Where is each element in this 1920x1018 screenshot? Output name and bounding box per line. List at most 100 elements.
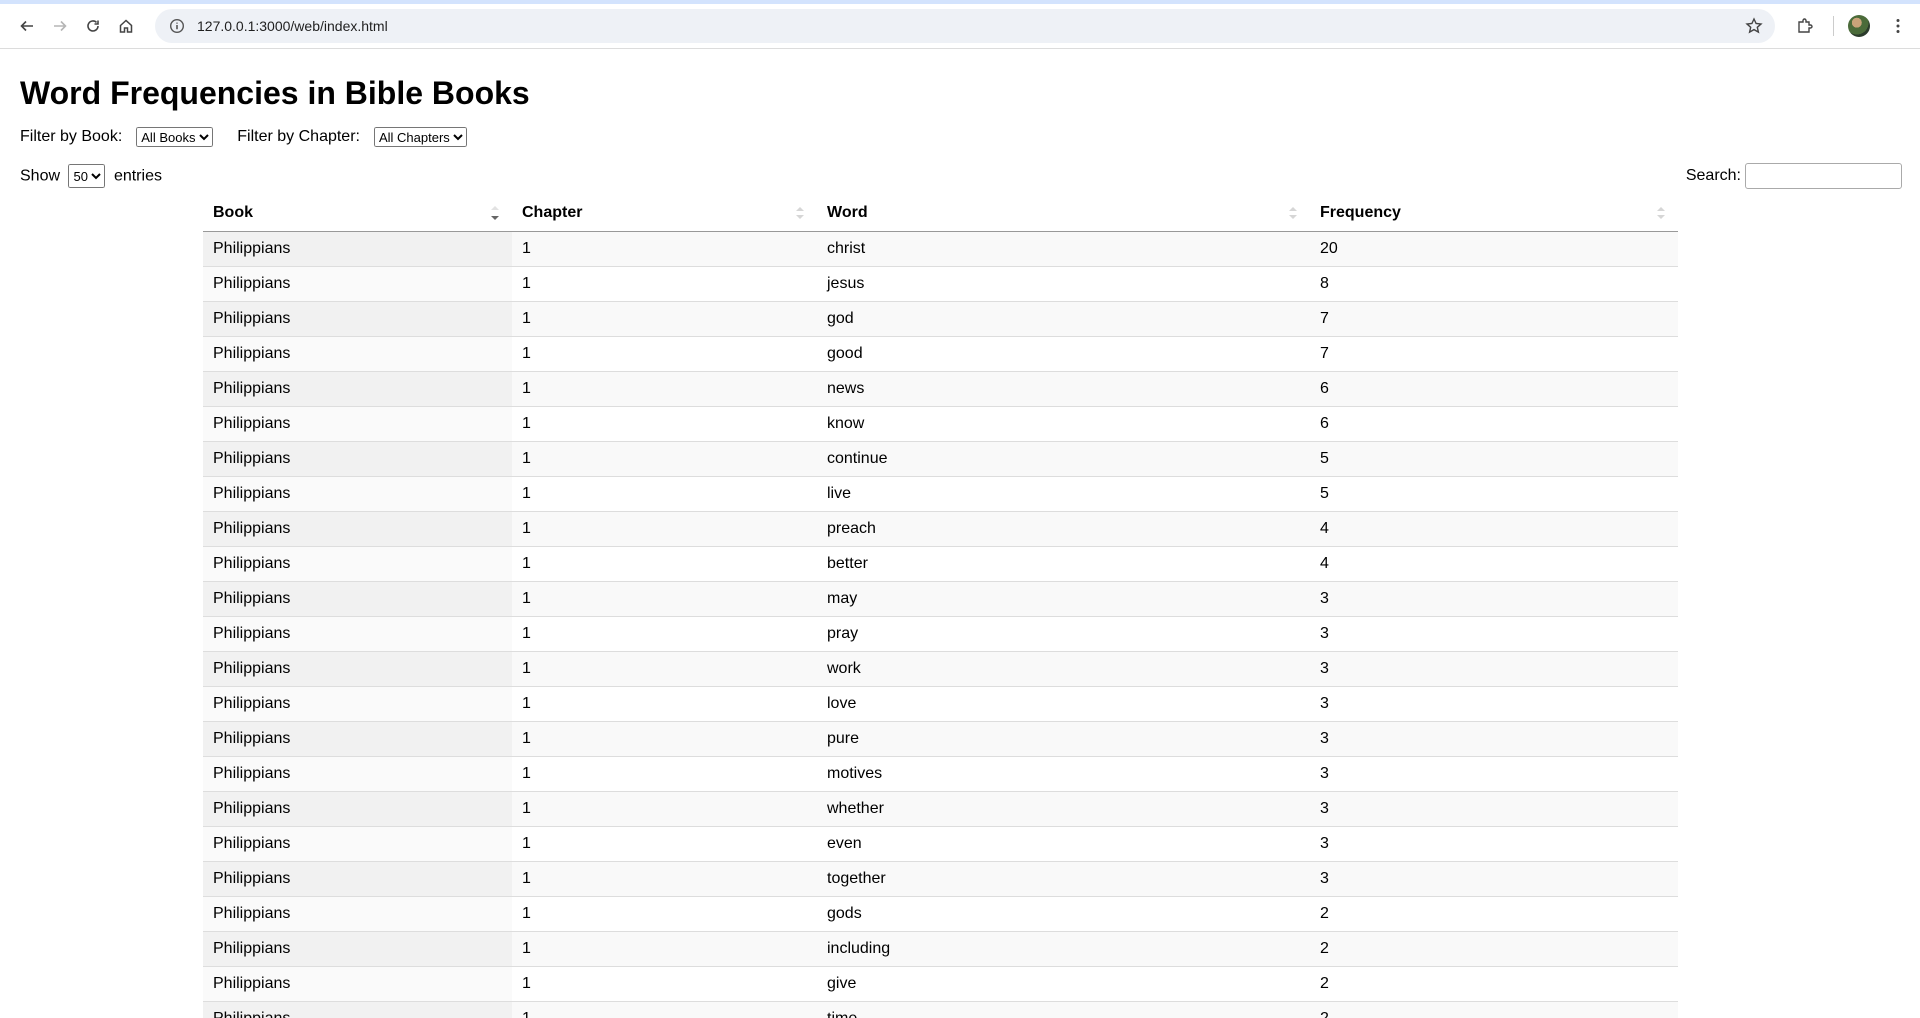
table-row: Philippians 1 better 4 [203, 545, 1678, 581]
cell-word: continue [817, 440, 1310, 476]
cell-chapter: 1 [512, 335, 817, 371]
home-button[interactable] [110, 8, 143, 44]
cell-frequency: 3 [1310, 790, 1678, 826]
cell-book: Philippians [203, 335, 512, 371]
cell-chapter: 1 [512, 685, 817, 721]
table-row: Philippians 1 preach 4 [203, 510, 1678, 546]
column-header-chapter[interactable]: Chapter [512, 195, 817, 232]
cell-book: Philippians [203, 475, 512, 511]
entries-select[interactable]: 50 [68, 164, 106, 188]
cell-book: Philippians [203, 790, 512, 826]
browser-toolbar: 127.0.0.1:3000/web/index.html [0, 4, 1920, 49]
sort-both-icon [1289, 207, 1297, 219]
extensions-icon[interactable] [1791, 12, 1819, 40]
sort-desc-icon [491, 206, 499, 220]
filter-book-label: Filter by Book: [20, 128, 123, 145]
cell-chapter: 1 [512, 930, 817, 966]
table-row: Philippians 1 give 2 [203, 965, 1678, 1001]
arrow-left-icon [19, 20, 33, 32]
cell-chapter: 1 [512, 475, 817, 511]
cell-book: Philippians [203, 580, 512, 616]
cell-word: may [817, 580, 1310, 616]
sort-both-icon [1657, 207, 1665, 219]
cell-word: including [817, 930, 1310, 966]
cell-word: give [817, 965, 1310, 1001]
cell-frequency: 3 [1310, 755, 1678, 791]
cell-book: Philippians [203, 685, 512, 721]
filter-chapter-select[interactable]: All Chapters [373, 127, 467, 147]
cell-chapter: 1 [512, 440, 817, 476]
table-row: Philippians 1 news 6 [203, 370, 1678, 406]
table-row: Philippians 1 continue 5 [203, 440, 1678, 476]
column-header-book[interactable]: Book [203, 195, 512, 232]
cell-chapter: 1 [512, 300, 817, 336]
cell-word: pure [817, 720, 1310, 756]
table-row: Philippians 1 pray 3 [203, 615, 1678, 651]
cell-word: good [817, 335, 1310, 371]
cell-chapter: 1 [512, 580, 817, 616]
site-info-icon[interactable] [169, 18, 185, 34]
cell-chapter: 1 [512, 370, 817, 406]
column-header-frequency[interactable]: Frequency [1310, 195, 1678, 232]
cell-frequency: 3 [1310, 720, 1678, 756]
entries-length: Show 50 entries [20, 164, 162, 188]
table-body: Philippians 1 christ 20 Philippians 1 jesus 8 Ph… [203, 230, 1678, 1018]
cell-word: live [817, 475, 1310, 511]
cell-frequency: 6 [1310, 370, 1678, 406]
search-input[interactable] [1745, 163, 1902, 189]
back-button[interactable] [10, 8, 43, 44]
cell-chapter: 1 [512, 720, 817, 756]
cell-frequency: 4 [1310, 545, 1678, 581]
cell-word: love [817, 685, 1310, 721]
url-text: 127.0.0.1:3000/web/index.html [197, 18, 388, 34]
cell-chapter: 1 [512, 755, 817, 791]
cell-word: better [817, 545, 1310, 581]
profile-avatar[interactable] [1848, 15, 1870, 37]
table-row: Philippians 1 together 3 [203, 860, 1678, 896]
cell-book: Philippians [203, 895, 512, 931]
cell-chapter: 1 [512, 230, 817, 266]
search-area: Search: [1686, 163, 1902, 189]
cell-chapter: 1 [512, 860, 817, 896]
cell-book: Philippians [203, 930, 512, 966]
cell-book: Philippians [203, 860, 512, 896]
table-row: Philippians 1 live 5 [203, 475, 1678, 511]
filter-book-select[interactable]: All Books [136, 127, 214, 147]
cell-frequency: 3 [1310, 825, 1678, 861]
menu-kebab-icon[interactable] [1884, 12, 1912, 40]
bookmark-star-icon[interactable] [1745, 17, 1763, 35]
cell-book: Philippians [203, 650, 512, 686]
table-row: Philippians 1 gods 2 [203, 895, 1678, 931]
filters-row: Filter by Book: All Books Filter by Chap… [20, 125, 1900, 149]
cell-book: Philippians [203, 440, 512, 476]
cell-word: whether [817, 790, 1310, 826]
cell-frequency: 6 [1310, 405, 1678, 441]
table-controls: Show 50 entries Search: [20, 163, 1902, 189]
table-row: Philippians 1 even 3 [203, 825, 1678, 861]
table-row: Philippians 1 work 3 [203, 650, 1678, 686]
forward-button[interactable] [43, 8, 76, 44]
cell-frequency: 3 [1310, 615, 1678, 651]
cell-book: Philippians [203, 825, 512, 861]
cell-frequency: 2 [1310, 930, 1678, 966]
cell-book: Philippians [203, 1000, 512, 1018]
table-row: Philippians 1 god 7 [203, 300, 1678, 336]
reload-button[interactable] [77, 8, 110, 44]
page-title: Word Frequencies in Bible Books [20, 75, 530, 111]
table-row: Philippians 1 jesus 8 [203, 265, 1678, 301]
cell-word: preach [817, 510, 1310, 546]
cell-chapter: 1 [512, 790, 817, 826]
table-row: Philippians 1 know 6 [203, 405, 1678, 441]
cell-book: Philippians [203, 510, 512, 546]
cell-book: Philippians [203, 755, 512, 791]
column-header-word[interactable]: Word [817, 195, 1310, 232]
cell-word: jesus [817, 265, 1310, 301]
address-bar[interactable]: 127.0.0.1:3000/web/index.html [155, 9, 1775, 43]
cell-book: Philippians [203, 265, 512, 301]
cell-word: motives [817, 755, 1310, 791]
table-row: Philippians 1 love 3 [203, 685, 1678, 721]
cell-book: Philippians [203, 230, 512, 266]
show-label: Show [20, 167, 61, 185]
cell-frequency: 2 [1310, 1000, 1678, 1018]
cell-book: Philippians [203, 965, 512, 1001]
